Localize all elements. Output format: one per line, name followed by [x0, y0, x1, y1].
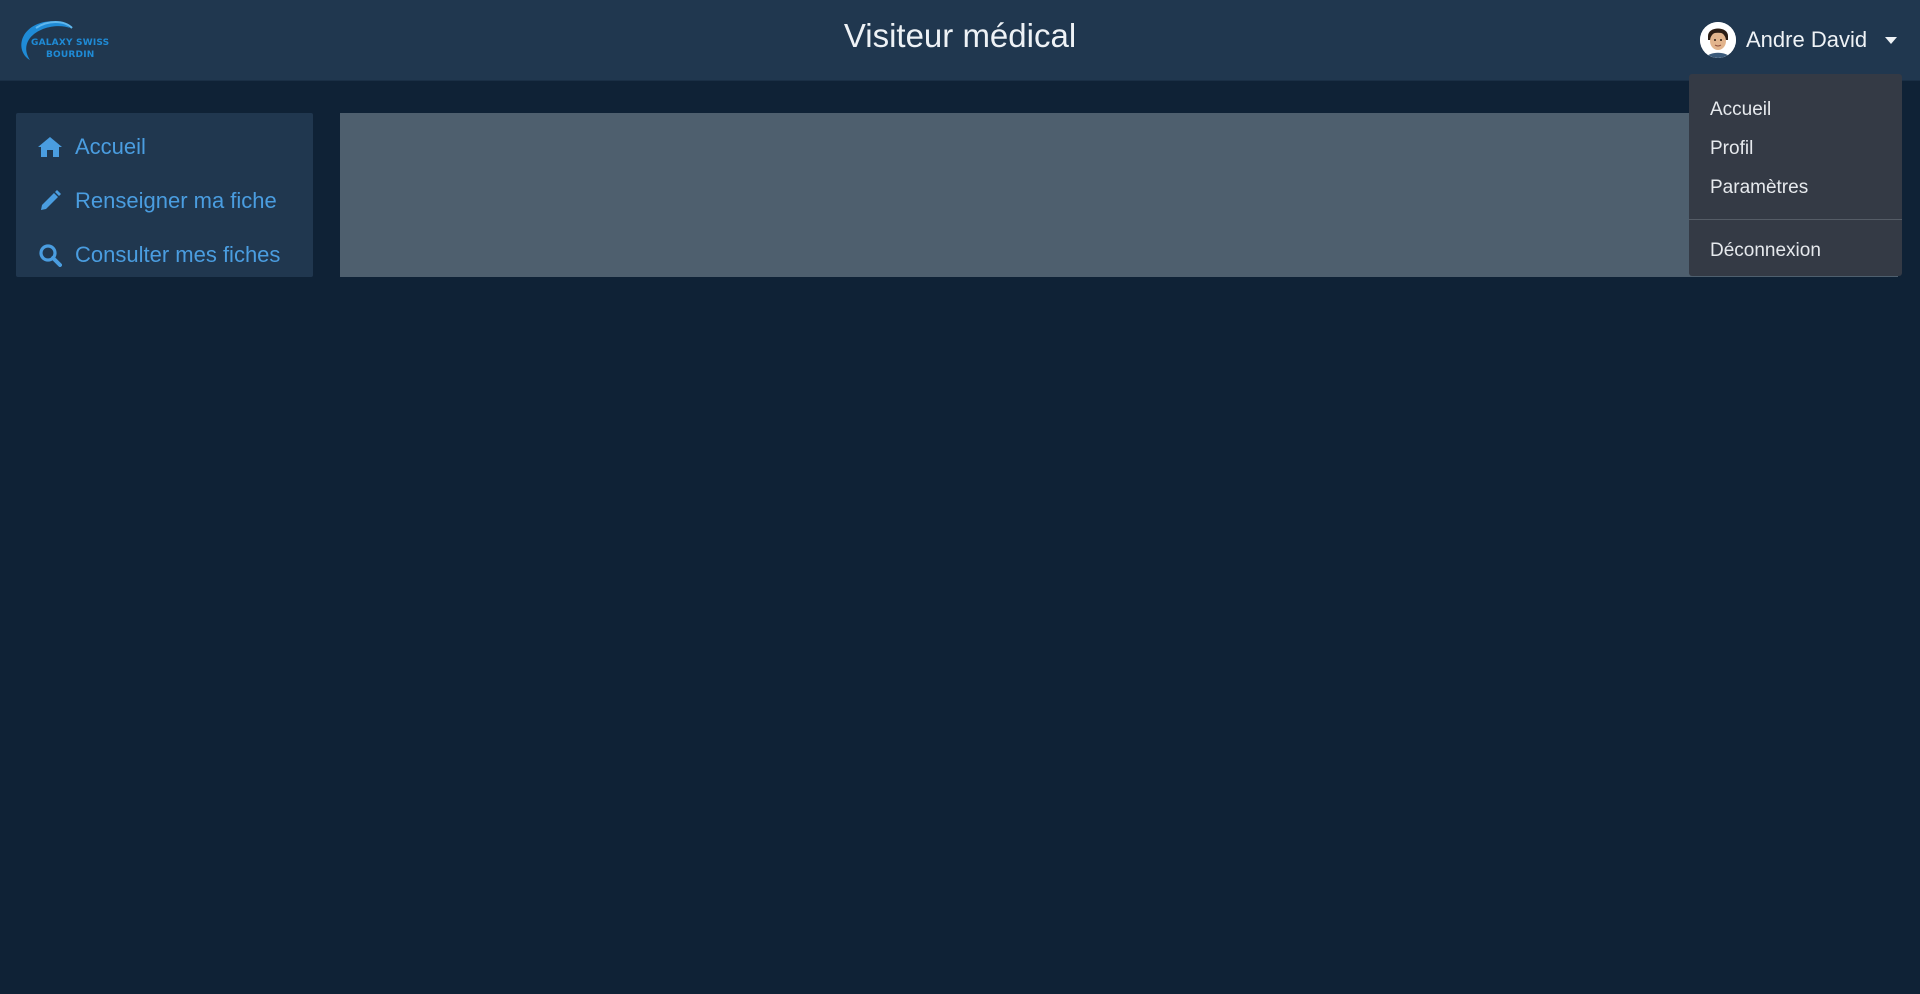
top-navbar: GALAXY SWISS BOURDIN Visiteur médical An…: [0, 0, 1920, 81]
user-menu-toggle[interactable]: Andre David: [1700, 21, 1898, 59]
sidebar-item-consulter[interactable]: Consulter mes fiches: [16, 228, 313, 282]
page-title: Visiteur médical: [843, 17, 1077, 54]
sidebar-nav: Accueil Renseigner ma fiche Consulter me…: [16, 113, 313, 277]
sidebar-item-label: Consulter mes fiches: [75, 242, 281, 267]
home-icon: [37, 134, 63, 160]
user-avatar-icon: [1700, 22, 1736, 58]
user-name: Andre David: [1746, 27, 1868, 52]
dropdown-item-logout[interactable]: Déconnexion: [1689, 231, 1902, 270]
pencil-icon: [37, 188, 63, 214]
dropdown-item-accueil[interactable]: Accueil: [1689, 90, 1902, 129]
dropdown-item-profil[interactable]: Profil: [1689, 129, 1902, 168]
sidebar-item-label: Renseigner ma fiche: [75, 188, 277, 213]
search-icon: [37, 242, 63, 268]
avatar: [1700, 22, 1736, 58]
user-dropdown-menu: Accueil Profil Paramètres Déconnexion: [1689, 74, 1902, 276]
sidebar-item-accueil[interactable]: Accueil: [16, 120, 313, 174]
dropdown-divider: [1689, 219, 1902, 220]
caret-down-icon: [1885, 36, 1898, 44]
dropdown-item-parametres[interactable]: Paramètres: [1689, 168, 1902, 207]
main-content-panel: [340, 113, 1898, 277]
sidebar-item-renseigner[interactable]: Renseigner ma fiche: [16, 174, 313, 228]
sidebar-item-label: Accueil: [75, 134, 146, 159]
